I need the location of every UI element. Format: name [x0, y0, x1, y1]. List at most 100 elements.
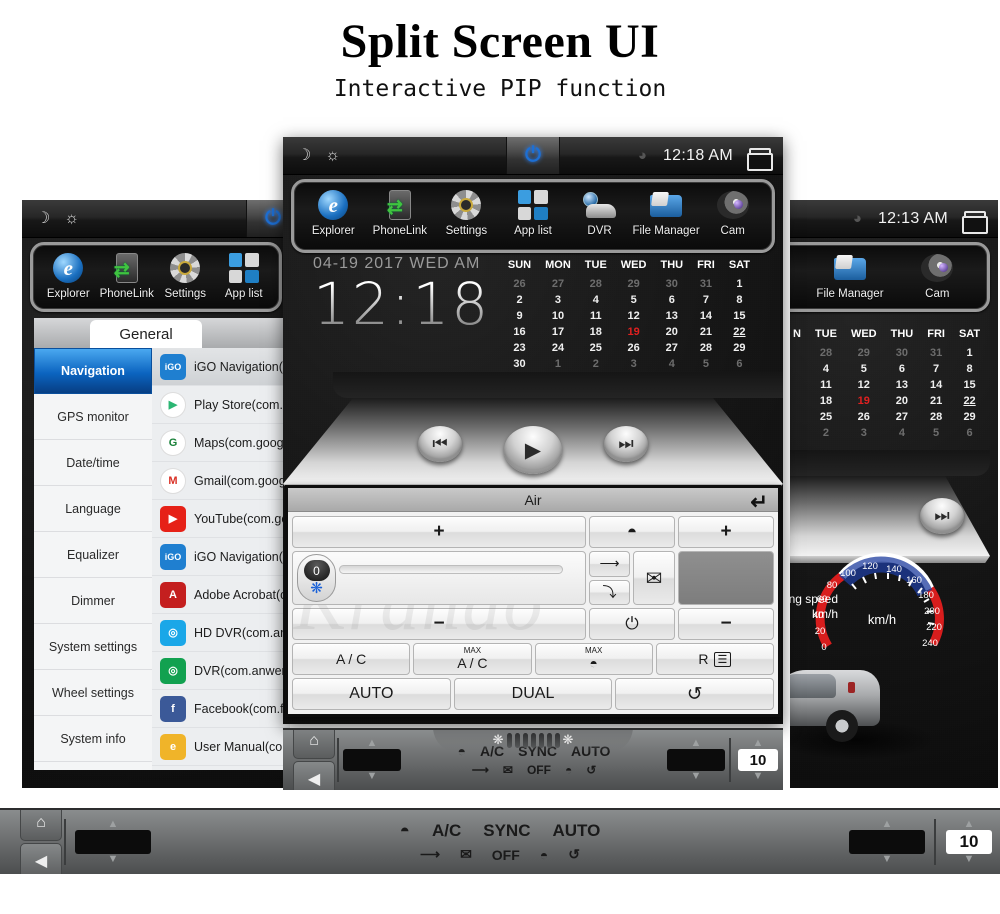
dock-item-settings[interactable]: Settings: [156, 249, 215, 300]
dock-item-dvr[interactable]: DVR: [567, 186, 633, 237]
tab-general[interactable]: General: [90, 320, 202, 348]
next-track-button[interactable]: ⏭: [604, 426, 648, 462]
sidebar-item-wheel-settings[interactable]: Wheel settings: [34, 670, 152, 716]
auto-button[interactable]: AUTO: [292, 678, 451, 710]
sidebar-item-system-info[interactable]: System info: [34, 716, 152, 762]
dock-item-file-manager[interactable]: File Manager: [816, 249, 884, 300]
chevron-down-icon[interactable]: ▼: [964, 854, 975, 865]
left-temp-up-button[interactable]: +: [292, 516, 586, 548]
left-temp-rocker[interactable]: ▲ ▼: [68, 819, 158, 865]
chevron-down-icon[interactable]: ▼: [367, 771, 378, 782]
sidebar-item-equalizer[interactable]: Equalizer: [34, 532, 152, 578]
recirculate-icon[interactable]: ↺: [568, 846, 580, 863]
max-defrost-icon[interactable]: ◓: [565, 763, 572, 777]
right-temp-down-button[interactable]: −: [678, 608, 774, 640]
brightness-icon[interactable]: ☼: [64, 210, 79, 227]
back-button[interactable]: ◀: [293, 761, 335, 790]
sidebar-item-language[interactable]: Language: [34, 486, 152, 532]
sidebar-item-date-time[interactable]: Date/time: [34, 440, 152, 486]
moon-star-icon[interactable]: ☽: [297, 147, 311, 164]
ac-button[interactable]: A/C: [432, 821, 461, 841]
airflow-direction-icons[interactable]: ⟶: [472, 763, 489, 777]
dual-button[interactable]: DUAL: [453, 678, 613, 710]
window-switch-icon[interactable]: [962, 210, 988, 234]
auto-button[interactable]: AUTO: [552, 821, 600, 841]
chevron-down-icon[interactable]: ▼: [882, 854, 893, 865]
dock-item-cam[interactable]: Cam: [904, 249, 970, 300]
chevron-up-icon[interactable]: ▲: [108, 819, 119, 830]
dock-item-file-manager[interactable]: File Manager: [633, 186, 700, 237]
list-item[interactable]: iGO iGO Navigation(com: [152, 348, 290, 386]
sync-button[interactable]: SYNC: [483, 821, 530, 841]
list-item[interactable]: ▶ Play Store(com.an: [152, 386, 290, 424]
chevron-up-icon[interactable]: ▲: [964, 819, 975, 830]
list-item[interactable]: G Maps(com.google: [152, 424, 290, 462]
back-button[interactable]: ◀: [20, 843, 62, 874]
list-item[interactable]: iGO iGO Navigation(co: [152, 538, 290, 576]
brightness-icon[interactable]: ☼: [325, 147, 340, 164]
sidebar-item-gps-monitor[interactable]: GPS monitor: [34, 394, 152, 440]
dock-item-app-list[interactable]: App list: [500, 186, 566, 237]
dock-item-dvr[interactable]: DVR: [790, 249, 796, 300]
list-item[interactable]: ◎ HD DVR(com.anka: [152, 614, 290, 652]
list-item[interactable]: A Adobe Acrobat(co: [152, 576, 290, 614]
chevron-up-icon[interactable]: ▲: [367, 738, 378, 749]
ac-power-button[interactable]: ⏻: [589, 608, 675, 640]
seat-airflow-icon[interactable]: ✉: [460, 846, 472, 863]
list-item[interactable]: ◎ DVR(com.anwens: [152, 652, 290, 690]
center-calendar[interactable]: SUN MON TUE WED THU FRI SAT 26 27 28 29 30 31…: [501, 255, 783, 371]
bottom-value-rocker[interactable]: ▲ 10 ▼: [938, 819, 1000, 865]
home-button[interactable]: ⌂: [293, 730, 335, 759]
list-item[interactable]: M Gmail(com.google: [152, 462, 290, 500]
window-switch-icon[interactable]: [747, 147, 773, 171]
right-temp-rocker[interactable]: ▲ ▼: [665, 738, 727, 782]
chevron-down-icon[interactable]: ▼: [108, 854, 119, 865]
sidebar-item-navigation[interactable]: Navigation: [34, 348, 152, 394]
max-ac-button[interactable]: MAX A / C: [413, 643, 532, 675]
dock-item-phonelink[interactable]: PhoneLink: [98, 249, 157, 300]
settings-app-list[interactable]: iGO iGO Navigation(com ▶ Play Store(com.an…: [152, 348, 290, 770]
right-temp-rocker[interactable]: ▲ ▼: [842, 819, 932, 865]
ac-button[interactable]: A / C: [292, 643, 411, 675]
previous-track-button[interactable]: ⏮: [418, 426, 462, 462]
airflow-face-button[interactable]: ⟶: [589, 551, 630, 577]
seat-airflow-button[interactable]: ✉: [633, 551, 675, 605]
chevron-down-icon[interactable]: ▼: [691, 771, 702, 782]
dock-item-phonelink[interactable]: PhoneLink: [367, 186, 433, 237]
airflow-direction-icons[interactable]: ⟶: [420, 846, 440, 863]
home-button[interactable]: ⌂: [20, 810, 62, 841]
list-item[interactable]: e User Manual(com: [152, 728, 290, 766]
front-defrost-icon[interactable]: ◓: [400, 821, 410, 841]
dock-item-cam[interactable]: Cam: [700, 186, 766, 237]
front-defrost-button[interactable]: ◓: [589, 516, 675, 548]
fan-slider-knob[interactable]: 0 ❋: [297, 554, 336, 602]
center-power-button[interactable]: ⏻: [506, 137, 560, 174]
dock-item-settings[interactable]: Settings: [433, 186, 499, 237]
sidebar-item-system-settings[interactable]: System settings: [34, 624, 152, 670]
off-button[interactable]: OFF: [492, 847, 520, 863]
fan-speed-slider[interactable]: 0 ❋: [292, 551, 586, 605]
back-arrow-icon[interactable]: ↵: [750, 490, 768, 515]
dock-item-explorer[interactable]: e Explorer: [300, 186, 366, 237]
airflow-foot-button[interactable]: ⤵: [589, 579, 630, 605]
max-defrost-icon[interactable]: ◓: [540, 847, 548, 863]
rear-defrost-button[interactable]: R ☰: [655, 643, 774, 675]
recirculate-icon[interactable]: ↺: [586, 763, 596, 777]
list-item[interactable]: ▶MX Player Pro(con: [152, 766, 290, 770]
off-button[interactable]: OFF: [527, 763, 551, 777]
left-temp-rocker[interactable]: ▲ ▼: [341, 738, 403, 782]
moon-star-icon[interactable]: ☽: [36, 210, 50, 227]
right-temp-up-button[interactable]: +: [678, 516, 774, 548]
list-item[interactable]: ▶ YouTube(com.goo: [152, 500, 290, 538]
dock-item-app-list[interactable]: App list: [215, 249, 274, 300]
recirculate-button[interactable]: ↺: [615, 678, 775, 710]
list-item[interactable]: f Facebook(com.fac: [152, 690, 290, 728]
chevron-down-icon[interactable]: ▼: [753, 771, 764, 782]
chevron-up-icon[interactable]: ▲: [691, 738, 702, 749]
next-track-button[interactable]: ⏭: [920, 498, 964, 534]
play-button[interactable]: ▶: [504, 426, 562, 474]
dock-item-explorer[interactable]: e Explorer: [39, 249, 98, 300]
max-defrost-button[interactable]: MAX ◓: [534, 643, 653, 675]
clock-widget[interactable]: 04-19 2017 WED AM 12:18: [283, 255, 490, 371]
center-value-rocker[interactable]: ▲ 10 ▼: [733, 738, 783, 782]
